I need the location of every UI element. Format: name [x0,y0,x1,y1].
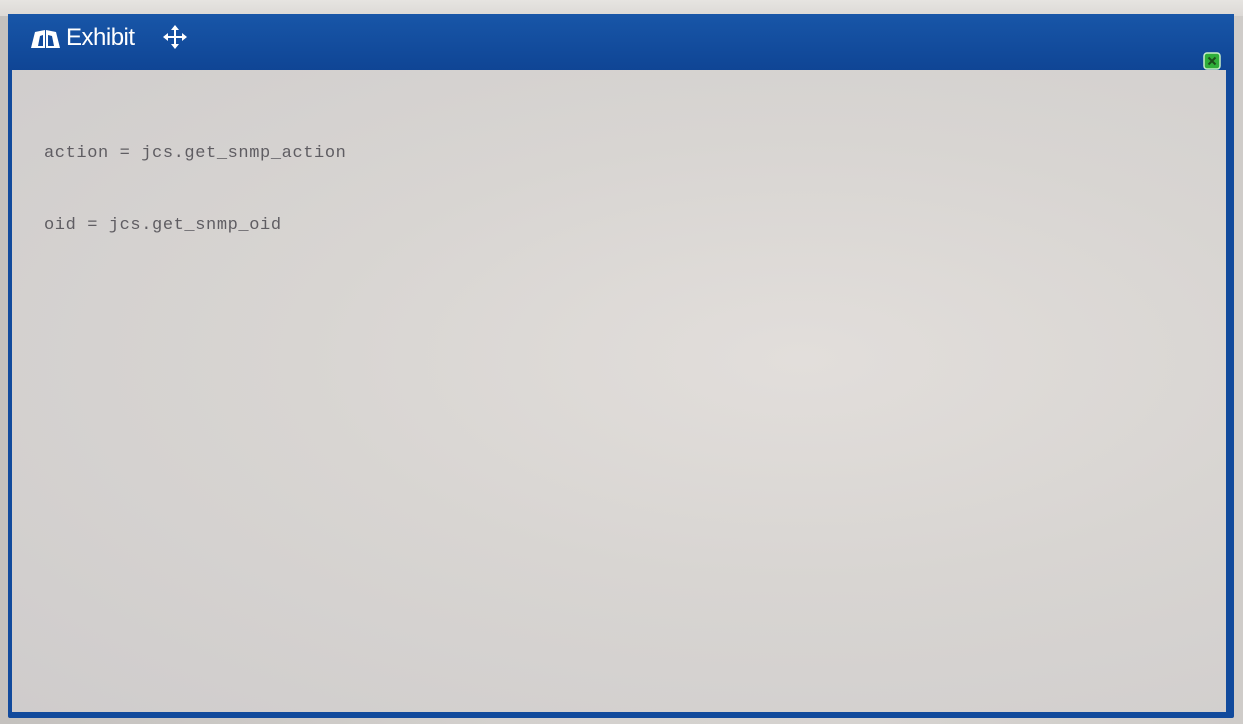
window-title: Exhibit [66,24,135,51]
window-titlebar[interactable]: Exhibit [8,14,1234,70]
code-block: action = jcs.get_snmp_action oid = jcs.g… [44,94,346,286]
exhibit-window: Exhibit action = jcs.get_snmp_action oid… [8,14,1234,718]
code-line: oid = jcs.get_snmp_oid [44,216,282,235]
screen: Exhibit action = jcs.get_snmp_action oid… [0,0,1243,724]
close-icon[interactable] [1203,52,1221,70]
exhibit-book-icon [31,30,60,48]
exhibit-content: action = jcs.get_snmp_action oid = jcs.g… [12,70,1226,712]
code-line: action = jcs.get_snmp_action [44,144,347,163]
move-arrows-icon[interactable] [162,24,188,50]
